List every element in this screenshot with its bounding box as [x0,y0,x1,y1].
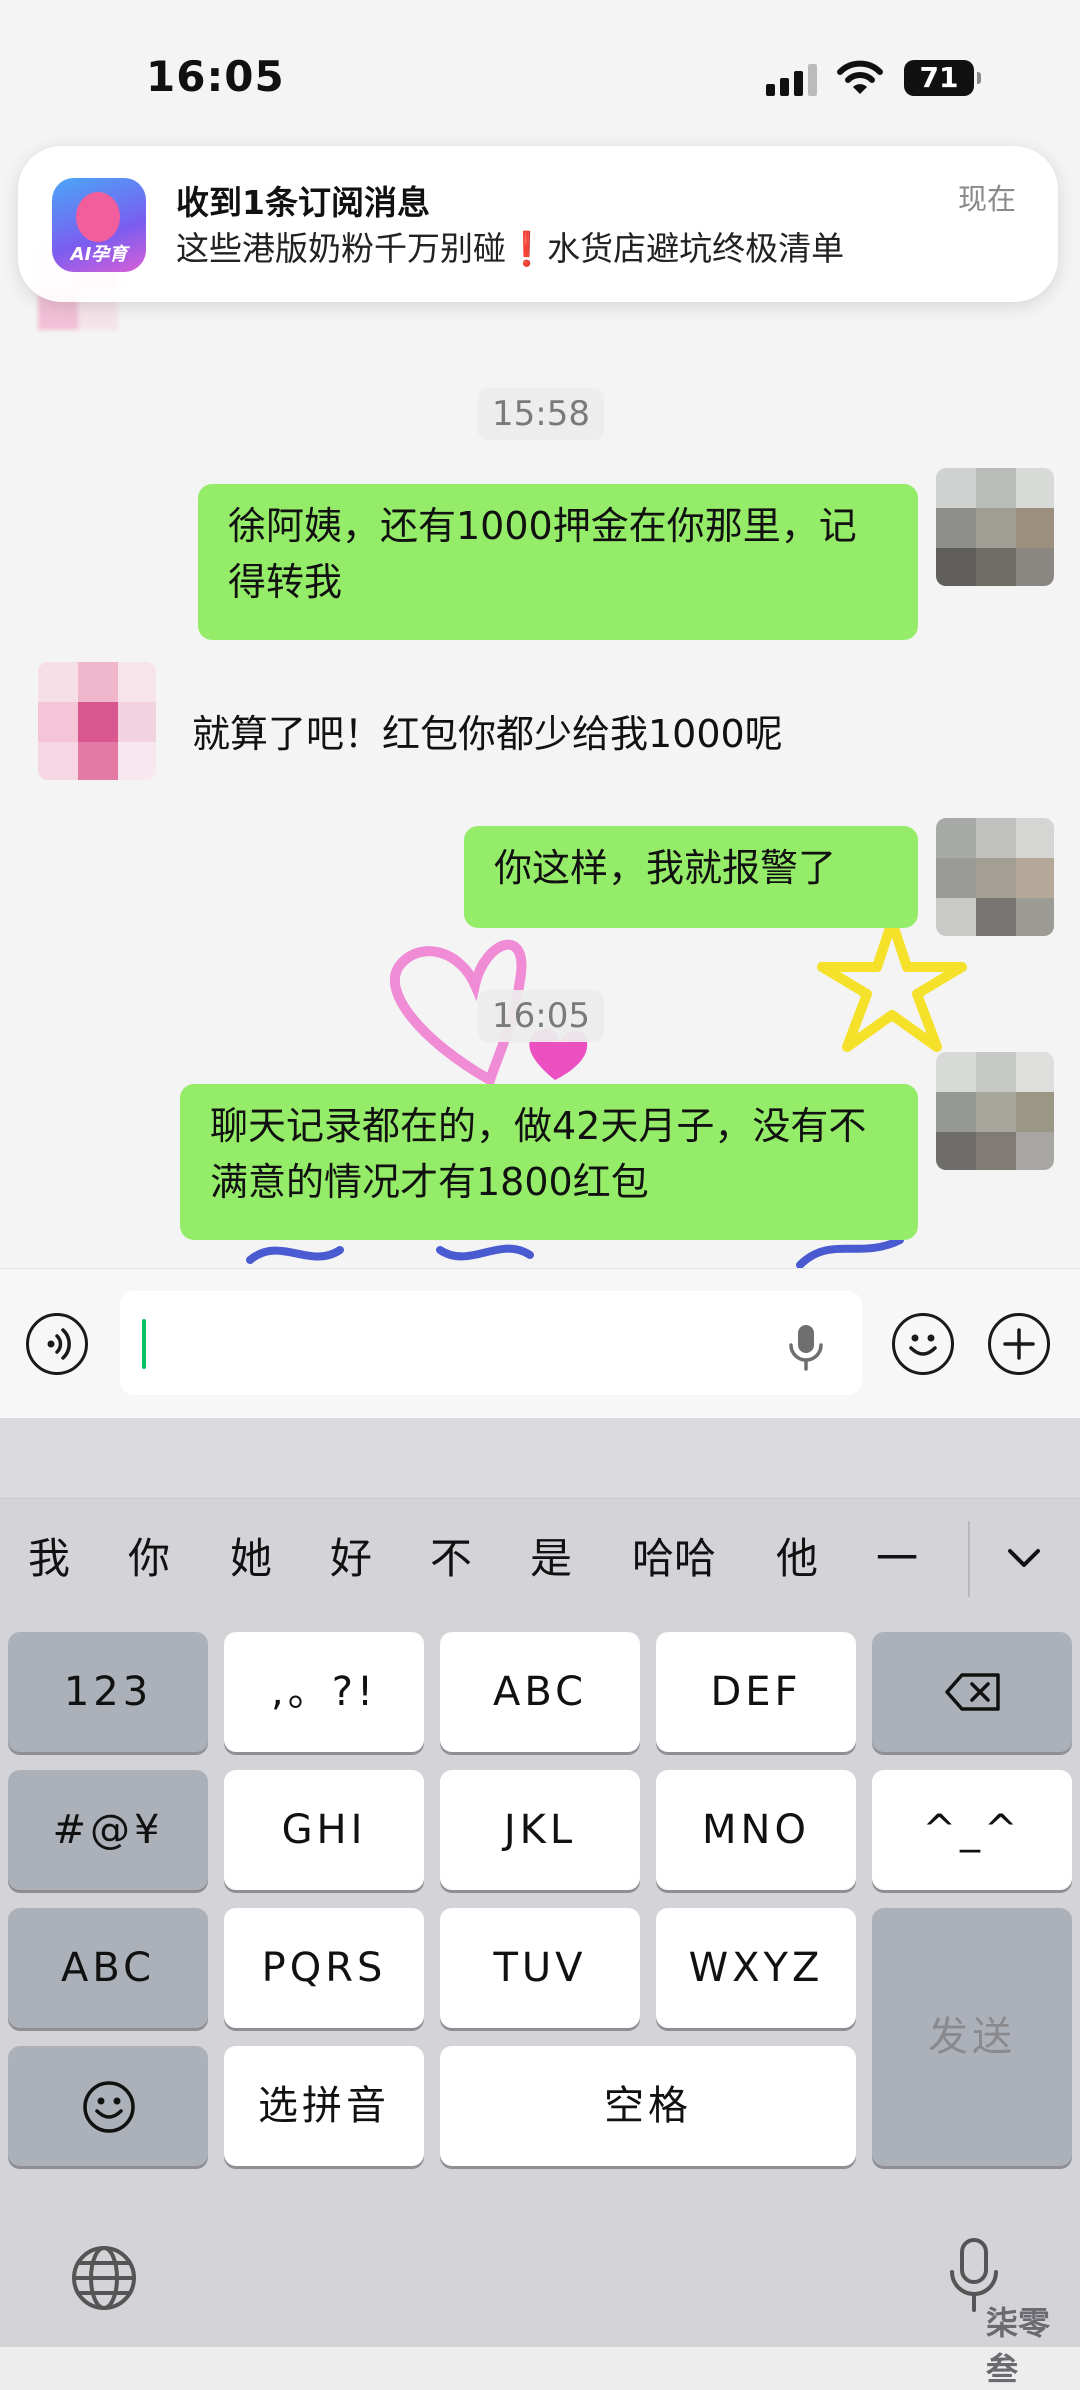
key-wxyz[interactable]: WXYZ [656,1908,856,2028]
status-time: 16:05 [146,52,285,101]
watermark: 柒零叁 [986,2304,1051,2388]
key-mno[interactable]: MNO [656,1770,856,1890]
candidate-word[interactable]: 是 [530,1525,572,1586]
cellular-signal-icon [766,62,822,96]
voice-wave-icon [47,1328,71,1360]
candidate-word[interactable]: 哈哈 [632,1525,716,1586]
chevron-down-icon[interactable] [1004,1539,1044,1579]
candidate-word[interactable]: 我 [28,1525,70,1586]
message-bubble-received[interactable]: 就算了吧！红包你都少给我1000呢 [162,692,902,776]
candidate-word[interactable]: 你 [128,1525,170,1586]
notification-title: 收到1条订阅消息 [176,183,430,222]
key-symbols[interactable]: #@¥ [8,1770,208,1890]
text-caret [142,1319,146,1369]
key-punctuation[interactable]: ,。?! [224,1632,424,1752]
key-ghi[interactable]: GHI [224,1770,424,1890]
more-actions-button[interactable] [988,1313,1050,1375]
space-key[interactable]: 空格 [440,2046,856,2166]
message-timestamp: 15:58 [478,388,604,440]
key-pqrs[interactable]: PQRS [224,1908,424,2028]
key-emoticon[interactable]: ^_^ [872,1770,1072,1890]
key-numbers[interactable]: 123 [8,1632,208,1752]
plus-icon [1003,1328,1035,1360]
delete-key[interactable] [872,1632,1072,1752]
candidate-word[interactable]: 他 [776,1525,818,1586]
key-english[interactable]: ABC [8,1908,208,2028]
wifi-icon [837,60,883,94]
message-input[interactable] [120,1291,862,1395]
key-tuv[interactable]: TUV [440,1908,640,2028]
keyboard: 我 你 她 好 不 是 哈哈 他 一 123 ,。?! ABC DEF #@¥ … [0,1418,1080,2388]
my-avatar[interactable] [936,818,1054,936]
candidate-word[interactable]: 好 [330,1525,372,1586]
exclamation-icon: ❗ [506,229,548,268]
notification-body-start: 这些港版奶粉千万别碰 [176,229,506,268]
my-avatar[interactable] [936,468,1054,586]
app-icon-label: AI孕育 [70,244,128,265]
message-bubble-sent[interactable]: 徐阿姨，还有1000押金在你那里，记得转我 [198,484,918,640]
key-pinyin-select[interactable]: 选拼音 [224,2046,424,2166]
smiley-icon [909,1334,937,1356]
keyboard-top-strip [0,1418,1080,1498]
voice-mode-button[interactable] [26,1313,88,1375]
candidate-word[interactable]: 不 [430,1525,472,1586]
candidate-word[interactable]: 她 [230,1525,272,1586]
globe-icon[interactable] [70,2244,138,2312]
app-icon: AI孕育 [52,178,146,272]
fetus-icon [76,192,120,242]
key-jkl[interactable]: JKL [440,1770,640,1890]
key-def[interactable]: DEF [656,1632,856,1752]
chat-input-bar [0,1268,1080,1419]
chat-area: 16:05 71 AI孕育 收到1条订阅消息 这些港版奶粉千万别碰❗水货店避坑终… [0,0,1080,1268]
send-key[interactable]: 发送 [872,1908,1072,2166]
candidate-divider [968,1521,970,1597]
message-timestamp: 16:05 [478,990,604,1042]
message-bubble-sent[interactable]: 聊天记录都在的，做42天月子，没有不满意的情况才有1800红包 [180,1084,918,1240]
notification-body: 这些港版奶粉千万别碰❗水货店避坑终极清单 [176,222,844,270]
candidate-bar: 我 你 她 好 不 是 哈哈 他 一 [0,1498,1080,1619]
notification-banner[interactable]: AI孕育 收到1条订阅消息 这些港版奶粉千万别碰❗水货店避坑终极清单 现在 [18,146,1058,302]
emoji-key[interactable] [8,2046,208,2166]
emoji-button[interactable] [892,1313,954,1375]
notification-body-end: 水货店避坑终极清单 [547,229,845,268]
smiley-icon [83,2081,135,2133]
candidate-word[interactable]: 一 [876,1525,918,1586]
backspace-icon [945,1673,1000,1711]
voice-input-mic-icon[interactable] [786,1323,826,1371]
my-avatar[interactable] [936,1052,1054,1170]
notification-time: 现在 [957,182,1016,216]
message-bubble-sent[interactable]: 你这样，我就报警了 [464,826,918,928]
key-abc[interactable]: ABC [440,1632,640,1752]
contact-avatar[interactable] [38,662,156,780]
battery-icon: 71 [904,60,981,96]
